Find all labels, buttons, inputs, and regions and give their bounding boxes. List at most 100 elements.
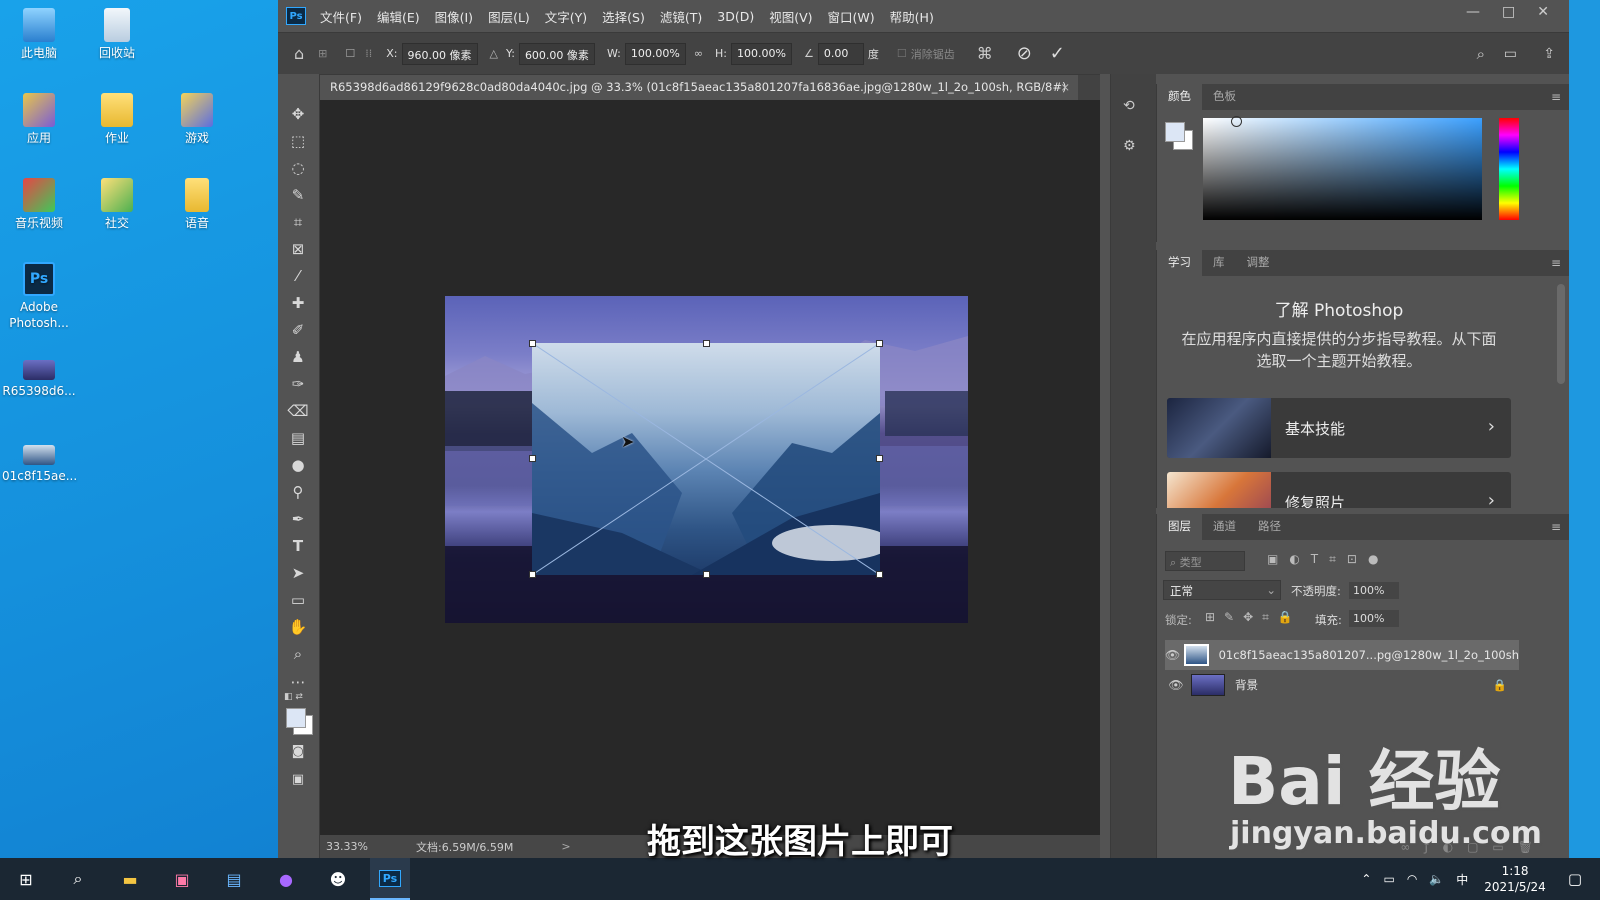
tv-app-icon[interactable]: ▣ bbox=[162, 858, 202, 900]
search-icon[interactable]: ⌕ bbox=[58, 858, 98, 900]
blur-tool-icon[interactable]: ● bbox=[287, 455, 309, 475]
more-tools-icon[interactable]: ⋯ bbox=[287, 672, 309, 692]
move-tool-icon[interactable]: ✥ bbox=[287, 104, 309, 124]
menu-window[interactable]: 窗口(W) bbox=[828, 7, 875, 26]
layer-filter-select[interactable]: ⌕ 类型 bbox=[1165, 551, 1245, 571]
workspace-icon[interactable]: ▭ bbox=[1504, 46, 1517, 62]
transform-handle-top-right[interactable] bbox=[876, 340, 883, 347]
tab-learn[interactable]: 学习 bbox=[1157, 250, 1202, 276]
blend-mode-select[interactable]: 正常 ⌄ bbox=[1163, 580, 1281, 600]
type-tool-icon[interactable]: T bbox=[287, 536, 309, 556]
layer-row-background[interactable]: 👁 背景 🔒 bbox=[1165, 670, 1519, 700]
link-icon[interactable]: ∞ bbox=[694, 47, 703, 60]
clone-stamp-tool-icon[interactable]: ♟ bbox=[287, 347, 309, 367]
eye-icon[interactable]: 👁 bbox=[1165, 678, 1187, 692]
transform-handle-left[interactable] bbox=[529, 455, 536, 462]
screen-mode-icon[interactable]: ▣ bbox=[287, 770, 309, 790]
menu-image[interactable]: 图像(I) bbox=[435, 7, 473, 26]
photoshop-taskbar-icon[interactable]: Ps bbox=[370, 858, 410, 900]
desktop-icon-this-pc[interactable]: 此电脑 bbox=[2, 8, 76, 61]
qq-app-icon[interactable]: ☻ bbox=[318, 858, 358, 900]
properties-panel-icon[interactable]: ⚙ bbox=[1123, 138, 1136, 154]
hue-slider[interactable] bbox=[1499, 118, 1519, 220]
angle-field[interactable]: 0.00 bbox=[817, 42, 864, 65]
zoom-tool-icon[interactable]: ⌕ bbox=[287, 644, 309, 664]
warp-icon[interactable]: ⌘ bbox=[977, 44, 993, 63]
close-button[interactable]: ✕ bbox=[1537, 4, 1549, 20]
background-image[interactable]: ➤ bbox=[445, 296, 968, 623]
eyedropper-tool-icon[interactable]: ⁄ bbox=[287, 266, 309, 286]
panel-menu-icon[interactable]: ≡ bbox=[1551, 520, 1561, 534]
chevron-up-icon[interactable]: ⌃ bbox=[1361, 872, 1371, 886]
placed-image-layer[interactable] bbox=[532, 343, 880, 575]
menu-edit[interactable]: 编辑(E) bbox=[377, 7, 420, 26]
menu-filter[interactable]: 滤镜(T) bbox=[660, 7, 702, 26]
reference-checkbox[interactable]: ☐ bbox=[345, 47, 355, 60]
volume-icon[interactable]: 🔈 bbox=[1429, 872, 1444, 886]
cancel-transform-icon[interactable]: ⊘ bbox=[1017, 43, 1032, 64]
transform-handle-bottom-left[interactable] bbox=[529, 571, 536, 578]
rectangle-tool-icon[interactable]: ▭ bbox=[287, 590, 309, 610]
fill-field[interactable]: 100% bbox=[1349, 610, 1399, 627]
healing-brush-tool-icon[interactable]: ✚ bbox=[287, 293, 309, 313]
delta-icon[interactable]: △ bbox=[490, 47, 498, 60]
desktop-icon-image-2[interactable]: 01c8f15ae... bbox=[2, 440, 77, 484]
notification-icon[interactable]: ▢ bbox=[1568, 870, 1582, 888]
menu-file[interactable]: 文件(F) bbox=[320, 7, 362, 26]
wifi-icon[interactable]: ◠ bbox=[1407, 872, 1417, 886]
tutorial-card-fix-photos[interactable]: 修复照片 › bbox=[1167, 472, 1511, 508]
file-explorer-icon[interactable]: ▬ bbox=[110, 858, 150, 900]
menu-select[interactable]: 选择(S) bbox=[602, 7, 645, 26]
history-brush-tool-icon[interactable]: ✑ bbox=[287, 374, 309, 394]
gradient-tool-icon[interactable]: ▤ bbox=[287, 428, 309, 448]
x-field[interactable]: 960.00 像素 bbox=[401, 42, 478, 65]
menu-3d[interactable]: 3D(D) bbox=[717, 9, 754, 24]
tab-color[interactable]: 颜色 bbox=[1157, 82, 1202, 110]
tab-layers[interactable]: 图层 bbox=[1157, 512, 1202, 540]
close-tab-icon[interactable]: × bbox=[1060, 80, 1070, 94]
desktop-icon-image-1[interactable]: R65398d6... bbox=[2, 355, 76, 399]
transform-handle-top-left[interactable] bbox=[529, 340, 536, 347]
menu-view[interactable]: 视图(V) bbox=[769, 7, 812, 26]
hand-tool-icon[interactable]: ✋ bbox=[287, 617, 309, 637]
transform-handle-bottom[interactable] bbox=[703, 571, 710, 578]
history-panel-icon[interactable]: ⟲ bbox=[1123, 98, 1135, 114]
desktop-icon-apps[interactable]: 应用 bbox=[2, 93, 76, 146]
tab-swatches[interactable]: 色板 bbox=[1202, 88, 1247, 110]
desktop-icon-recycle-bin[interactable]: 回收站 bbox=[80, 8, 154, 61]
menu-layer[interactable]: 图层(L) bbox=[488, 7, 530, 26]
desktop-icon-music-video[interactable]: 音乐视频 bbox=[2, 178, 76, 231]
lock-option-icons[interactable]: ⊞✎✥⌗🔒 bbox=[1205, 610, 1302, 625]
layer-filter-icons[interactable]: ▣◐T⌗⊡● bbox=[1267, 552, 1389, 567]
minimize-button[interactable]: — bbox=[1466, 4, 1480, 20]
desktop-icon-voice[interactable]: 语音 bbox=[160, 178, 234, 231]
foreground-color-swatch[interactable] bbox=[286, 708, 306, 728]
desktop-icon-photoshop[interactable]: Ps Adobe Photosh... bbox=[2, 262, 76, 331]
width-field[interactable]: 100.00% bbox=[624, 42, 686, 65]
height-field[interactable]: 100.00% bbox=[731, 42, 792, 65]
eraser-tool-icon[interactable]: ⌫ bbox=[287, 401, 309, 421]
desktop-icon-social[interactable]: 社交 bbox=[80, 178, 154, 231]
home-icon[interactable]: ⌂ bbox=[294, 44, 304, 63]
frame-tool-icon[interactable]: ⊠ bbox=[287, 239, 309, 259]
y-field[interactable]: 600.00 像素 bbox=[518, 42, 595, 65]
marquee-tool-icon[interactable]: ⬚ bbox=[287, 131, 309, 151]
transform-handle-top[interactable] bbox=[703, 340, 710, 347]
document-tab[interactable]: R65398d6ad86129f9628c0ad80da4040c.jpg @ … bbox=[320, 75, 1078, 101]
tab-channels[interactable]: 通道 bbox=[1202, 518, 1247, 540]
learn-scrollbar[interactable] bbox=[1557, 284, 1565, 384]
desktop-icon-games[interactable]: 游戏 bbox=[160, 93, 234, 146]
antialias-checkbox[interactable]: ☐ bbox=[897, 47, 907, 60]
transform-handle-bottom-right[interactable] bbox=[876, 571, 883, 578]
menu-help[interactable]: 帮助(H) bbox=[890, 7, 934, 26]
transform-handle-right[interactable] bbox=[876, 455, 883, 462]
tab-adjustments[interactable]: 调整 bbox=[1236, 254, 1281, 276]
dodge-tool-icon[interactable]: ⚲ bbox=[287, 482, 309, 502]
default-colors-icon[interactable]: ◧ ⇄ bbox=[284, 692, 303, 702]
share-icon[interactable]: ⇪ bbox=[1543, 46, 1555, 62]
lasso-tool-icon[interactable]: ◌ bbox=[287, 158, 309, 178]
pen-tool-icon[interactable]: ✒ bbox=[287, 509, 309, 529]
crop-tool-icon[interactable]: ⌗ bbox=[287, 212, 309, 232]
start-windows-icon[interactable]: ⊞ bbox=[6, 858, 46, 900]
tutorial-card-basic-skills[interactable]: 基本技能 › bbox=[1167, 398, 1511, 458]
